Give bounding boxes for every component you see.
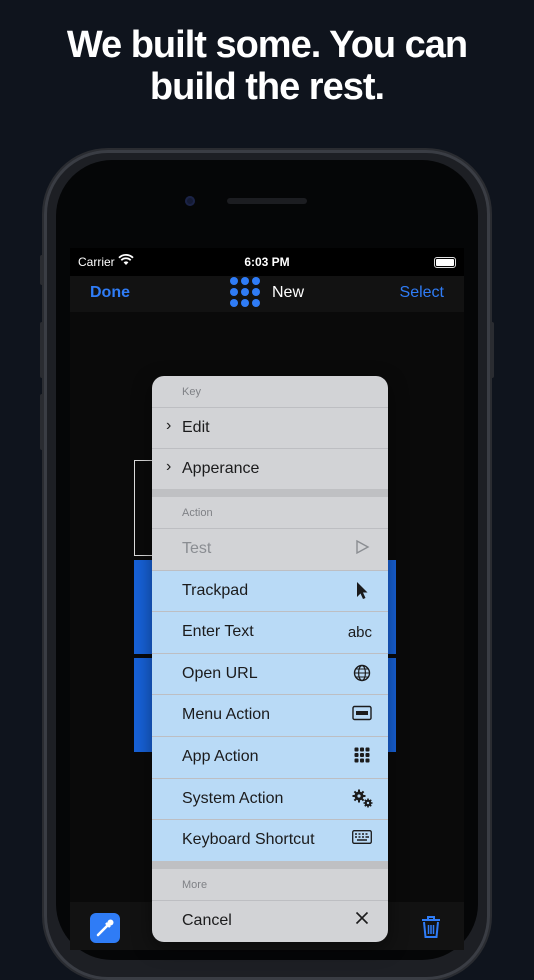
close-icon xyxy=(352,911,372,931)
abc-icon: abc xyxy=(347,624,372,641)
eyedropper-button[interactable] xyxy=(90,913,120,943)
headline: We built some. You can build the rest. xyxy=(0,24,534,108)
done-button[interactable]: Done xyxy=(90,284,130,302)
nav-title[interactable]: New xyxy=(272,284,304,302)
menu-header-key: Key xyxy=(182,386,201,398)
keypad-icon[interactable] xyxy=(230,277,262,309)
mute-switch xyxy=(40,255,44,285)
menu-bar-icon xyxy=(352,705,372,725)
menu-item-trackpad[interactable]: Trackpad xyxy=(152,570,388,611)
menu-item-system-action[interactable]: System Action xyxy=(152,778,388,819)
select-button[interactable]: Select xyxy=(400,284,444,302)
status-bar: Carrier 6:03 PM xyxy=(70,248,464,276)
menu-separator xyxy=(152,489,388,497)
menu-item-enter-text[interactable]: Enter Text abc xyxy=(152,611,388,652)
context-menu: Key › Edit › Apperance Action Test Track… xyxy=(152,376,388,942)
eyedropper-icon xyxy=(96,919,114,937)
menu-item-menu-action[interactable]: Menu Action xyxy=(152,694,388,735)
menu-item-app-action[interactable]: App Action xyxy=(152,736,388,777)
menu-item-keyboard-shortcut[interactable]: Keyboard Shortcut xyxy=(152,819,388,860)
menu-header-more: More xyxy=(182,879,208,891)
menu-item-test[interactable]: Test xyxy=(152,528,388,569)
front-camera xyxy=(185,196,195,206)
volume-up-button xyxy=(40,322,44,378)
gears-icon xyxy=(352,789,373,809)
trash-icon[interactable] xyxy=(420,915,442,944)
menu-separator xyxy=(152,861,388,869)
cursor-icon xyxy=(352,581,372,601)
headline-line-1: We built some. You can xyxy=(66,24,468,66)
battery-icon xyxy=(434,257,456,268)
menu-item-edit[interactable]: › Edit xyxy=(152,407,388,448)
status-time: 6:03 PM xyxy=(244,255,290,269)
menu-item-cancel[interactable]: Cancel xyxy=(152,900,388,941)
power-button xyxy=(490,322,494,378)
volume-down-button xyxy=(40,394,44,450)
play-icon xyxy=(352,539,372,559)
nav-bar: Done New Select xyxy=(70,276,464,312)
globe-icon xyxy=(352,664,372,684)
menu-item-open-url[interactable]: Open URL xyxy=(152,653,388,694)
menu-item-appearance[interactable]: › Apperance xyxy=(152,448,388,489)
menu-header-action: Action xyxy=(182,507,213,519)
keyboard-icon xyxy=(352,830,372,850)
earpiece-speaker xyxy=(227,198,307,204)
headline-line-2: build the rest. xyxy=(149,66,385,108)
grid-icon xyxy=(352,747,372,767)
chevron-right-icon: › xyxy=(166,458,172,475)
chevron-right-icon: › xyxy=(166,417,172,434)
